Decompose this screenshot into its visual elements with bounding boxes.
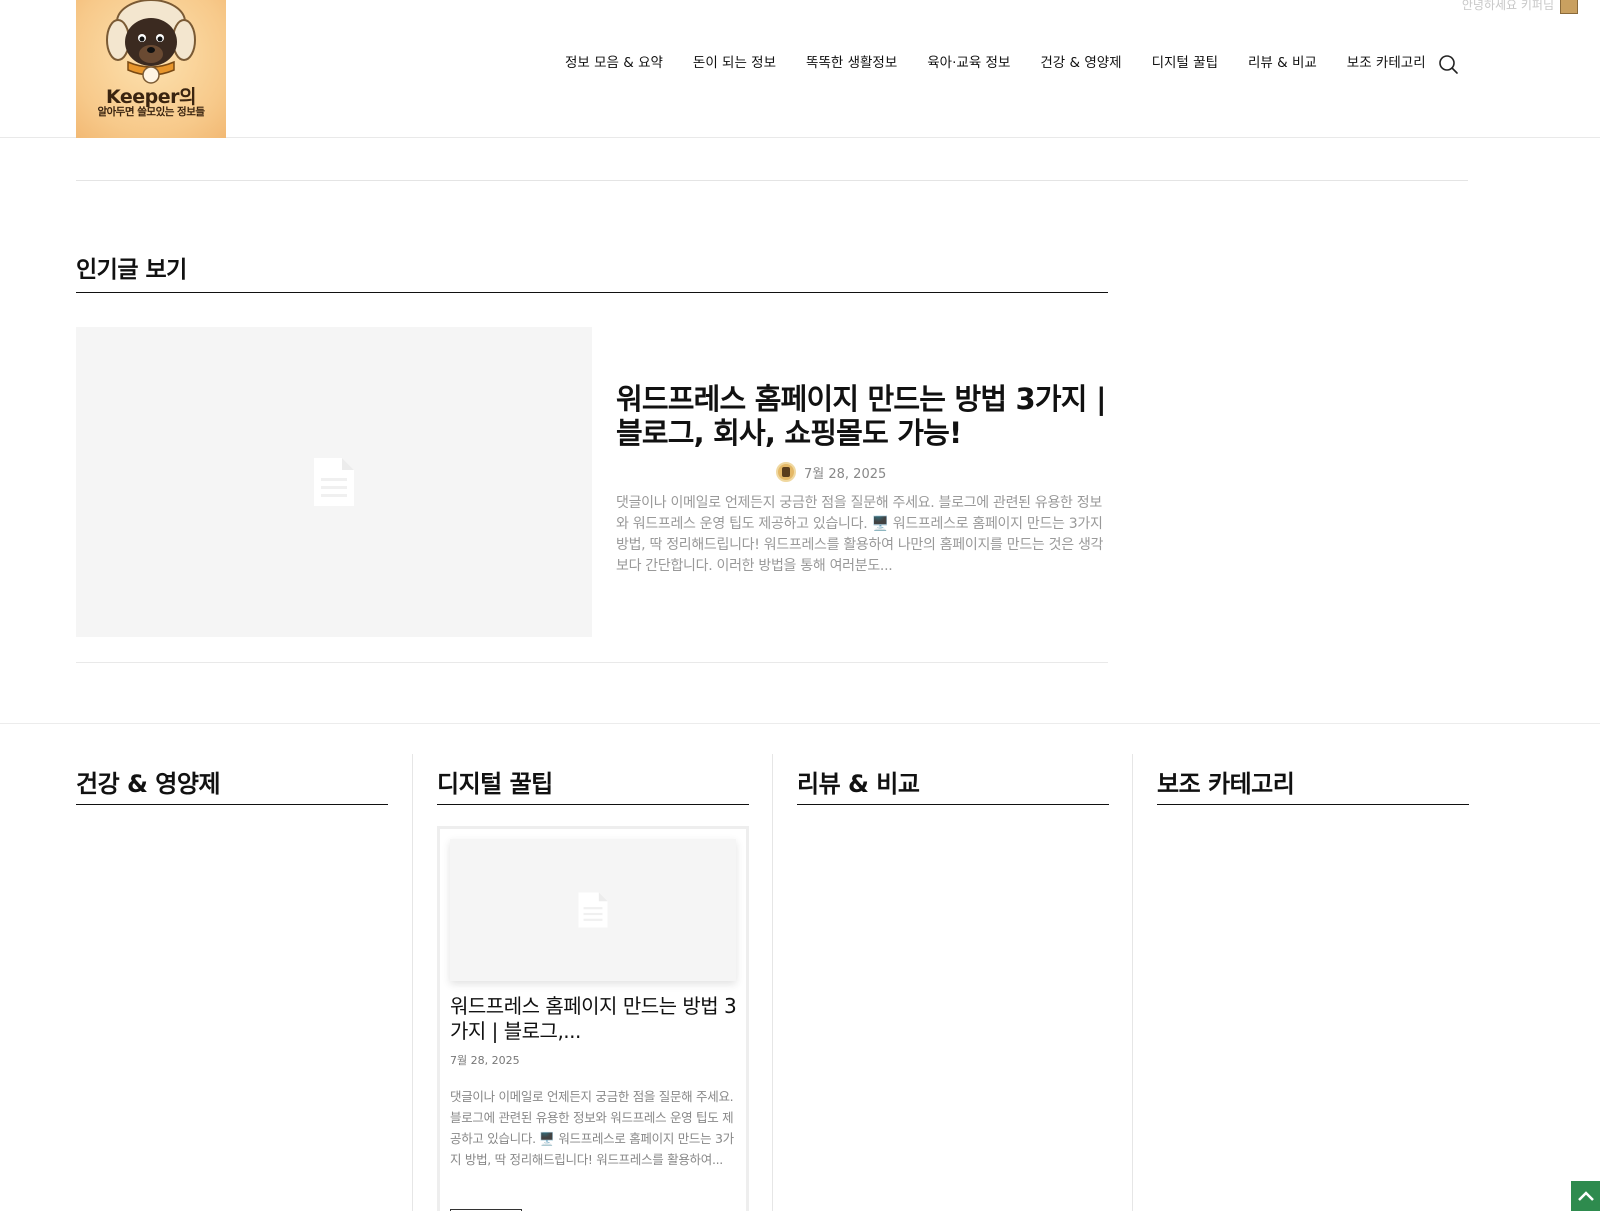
featured-post-date: 7월 28, 2025: [804, 466, 887, 482]
post-card-excerpt: 댓글이나 이메일로 언제든지 궁금한 점을 질문해 주세요. 블로그에 관련된 …: [450, 1089, 734, 1167]
category-rule: [76, 804, 388, 805]
post-card-date: 7월 28, 2025: [450, 1054, 520, 1067]
nav-item-parenting[interactable]: 육아·교육 정보: [912, 52, 1025, 74]
nav-item-sub-category[interactable]: 보조 카테고리: [1332, 52, 1441, 74]
post-card[interactable]: 워드프레스 홈페이지 만드는 방법 3가지 | 블로그,... 7월 28, 2…: [437, 826, 749, 1211]
nav-item-life[interactable]: 똑똑한 생활정보: [791, 52, 912, 74]
featured-post-meta: 7월 28, 2025: [776, 462, 886, 482]
search-icon[interactable]: [1437, 53, 1459, 75]
category-title-health[interactable]: 건강 & 영양제: [76, 764, 221, 799]
header-divider: [76, 180, 1468, 181]
section-divider: [0, 723, 1600, 724]
top-user-bar: 안녕하세요 키퍼님: [1462, 0, 1578, 14]
featured-post-excerpt: 댓글이나 이메일로 언제든지 궁금한 점을 질문해 주세요. 블로그에 관련된 …: [616, 495, 1104, 574]
chevron-up-icon: [1577, 1191, 1594, 1201]
category-title-sub[interactable]: 보조 카테고리: [1157, 764, 1295, 799]
document-icon: [314, 458, 354, 506]
column-separator: [1132, 754, 1133, 1211]
logo-subtitle: 알아두면 쓸모있는 정보들: [97, 106, 205, 118]
site-logo[interactable]: Keeper의 알아두면 쓸모있는 정보들: [76, 0, 226, 138]
nav-item-summary[interactable]: 정보 모음 & 요약: [550, 52, 678, 74]
nav-item-digital[interactable]: 디지털 꿀팁: [1137, 52, 1233, 74]
document-icon: [578, 892, 608, 928]
category-title-review[interactable]: 리뷰 & 비교: [797, 764, 920, 799]
popular-section-title: 인기글 보기: [76, 257, 187, 283]
category-title-digital[interactable]: 디지털 꿀팁: [437, 764, 553, 799]
featured-post-thumbnail[interactable]: [76, 327, 592, 637]
greeting-text: 안녕하세요 키퍼님: [1461, 0, 1554, 12]
category-rule: [437, 804, 749, 805]
category-rule: [1157, 804, 1469, 805]
featured-post-title[interactable]: 워드프레스 홈페이지 만드는 방법 3가지 | 블로그, 회사, 쇼핑몰도 가능…: [616, 382, 1107, 450]
popular-title-rule: [76, 292, 1108, 293]
column-separator: [772, 754, 773, 1211]
user-avatar[interactable]: [1560, 0, 1578, 14]
category-rule: [797, 804, 1109, 805]
nav-item-review[interactable]: 리뷰 & 비교: [1233, 52, 1332, 74]
site-header: Keeper의 알아두면 쓸모있는 정보들 안녕하세요 키퍼님 정보 모음 & …: [0, 0, 1600, 138]
column-separator: [412, 754, 413, 1211]
post-card-title[interactable]: 워드프레스 홈페이지 만드는 방법 3가지 | 블로그,...: [450, 994, 740, 1044]
author-avatar[interactable]: [776, 462, 796, 482]
post-card-thumbnail[interactable]: [450, 839, 736, 981]
nav-item-money[interactable]: 돈이 되는 정보: [678, 52, 791, 74]
back-to-top-button[interactable]: [1571, 1181, 1600, 1211]
popular-bottom-divider: [76, 662, 1108, 663]
main-nav: 정보 모음 & 요약 돈이 되는 정보 똑똑한 생활정보 육아·교육 정보 건강…: [550, 52, 1441, 74]
nav-item-health[interactable]: 건강 & 영양제: [1025, 52, 1136, 74]
